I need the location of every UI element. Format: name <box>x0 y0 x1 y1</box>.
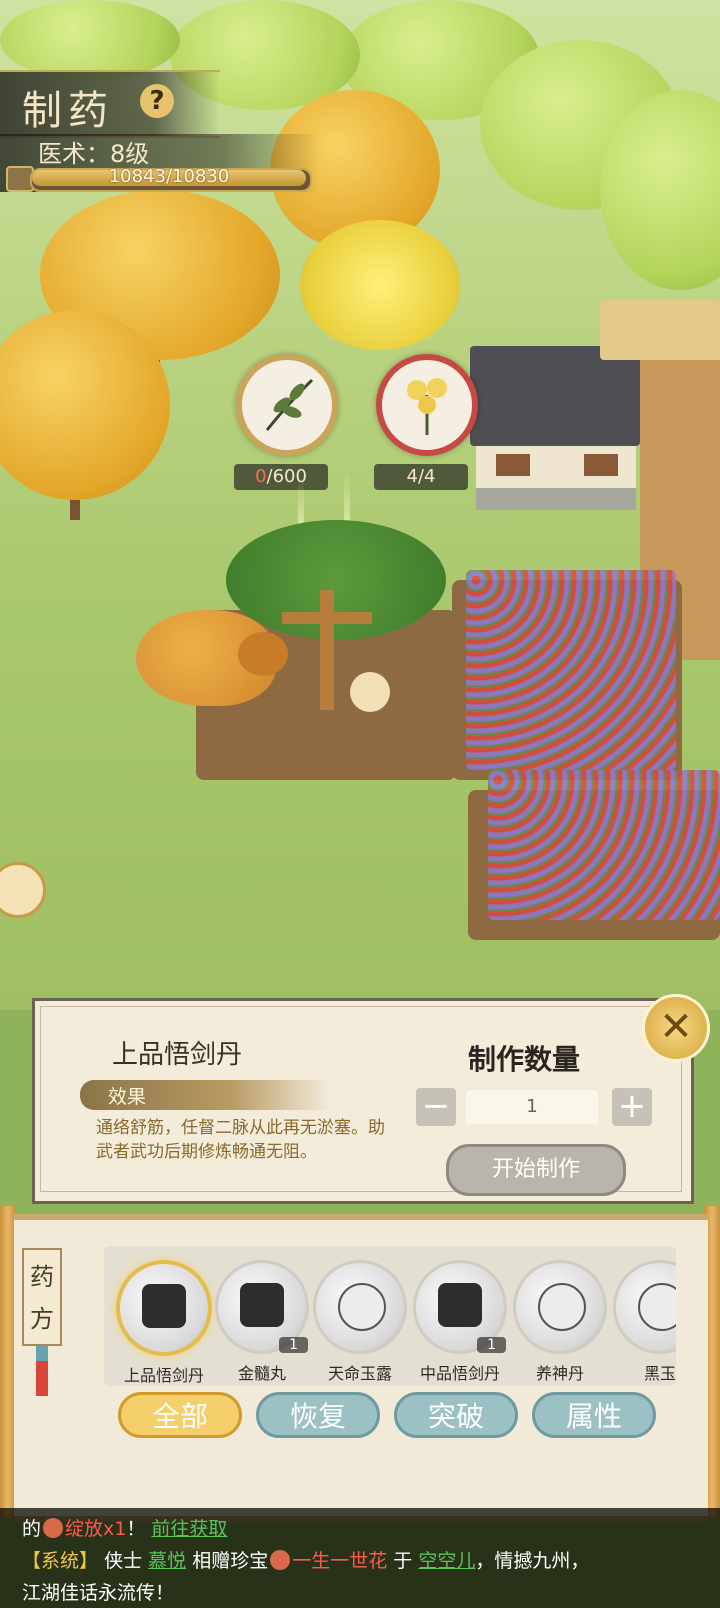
scarecrow-arm <box>282 612 372 624</box>
recipe-icon <box>613 1260 676 1354</box>
recipe-label: 上品悟剑丹 <box>123 1366 204 1385</box>
chat-text: 的 <box>22 1518 42 1540</box>
filter-all-button[interactable]: 全部 <box>118 1392 242 1438</box>
flower-emblem-icon <box>43 1518 64 1538</box>
pill-box-icon <box>438 1283 482 1327</box>
recipe-item[interactable]: 黑玉 <box>610 1260 676 1384</box>
item-name: 上品悟剑丹 <box>112 1040 243 1070</box>
pill-box-icon <box>240 1283 284 1327</box>
minus-button[interactable]: − <box>416 1088 456 1126</box>
filter-recover-button[interactable]: 恢复 <box>256 1392 380 1438</box>
user-link[interactable]: 慕悦 <box>148 1550 186 1572</box>
recipe-item[interactable]: 1 中品悟剑丹 <box>410 1260 510 1384</box>
chat-line-2: 【系统】 侠士 慕悦 相赠珍宝 一生一世花 于 空空儿，情撼九州， <box>22 1546 589 1573</box>
house-window <box>496 454 530 476</box>
skill-level: 医术：8级 <box>38 140 150 168</box>
scarecrow-pole <box>320 590 334 710</box>
exp-text: 10843/10830 <box>108 166 230 187</box>
chat-text: ，情撼九州， <box>475 1550 590 1572</box>
recipe-icon <box>116 1260 212 1356</box>
recipe-label: 养神丹 <box>535 1364 584 1383</box>
recipe-item[interactable]: 天命玉露 <box>310 1260 410 1384</box>
recipe-icon: 1 <box>413 1260 507 1354</box>
recipe-list[interactable]: 上品悟剑丹 1 金髓丸 天命玉露 1 中品悟剑丹 养神丹 黑玉 <box>104 1246 676 1386</box>
recipe-icon: 1 <box>215 1260 309 1354</box>
filter-attribute-button[interactable]: 属性 <box>532 1392 656 1438</box>
recipe-icon <box>313 1260 407 1354</box>
page-title: 制药 <box>22 88 114 134</box>
flower-bed <box>488 770 720 920</box>
chat-text: 于 <box>393 1550 413 1572</box>
chat-item: 绽放x1 <box>65 1518 127 1540</box>
chat-box[interactable]: 的 绽放x1！ 前往获取 【系统】 侠士 慕悦 相赠珍宝 一生一世花 于 空空儿，情… <box>0 1508 720 1608</box>
recipe-label: 中品悟剑丹 <box>419 1364 500 1383</box>
ingredient-bubble-2[interactable] <box>376 354 478 456</box>
tassel-ornament <box>36 1346 48 1396</box>
quantity-field[interactable]: 1 <box>466 1090 598 1124</box>
recipe-item[interactable]: 养神丹 <box>510 1260 610 1384</box>
bamboo-tree <box>0 0 180 80</box>
chat-text: ！ <box>126 1518 146 1540</box>
straw-hat <box>350 672 390 712</box>
recipe-item[interactable]: 1 金髓丸 <box>212 1260 312 1384</box>
goto-obtain-link[interactable]: 前往获取 <box>151 1518 227 1540</box>
start-craft-button[interactable]: 开始制作 <box>446 1144 626 1196</box>
house-roof <box>470 346 640 446</box>
ingredient-bubble-1[interactable] <box>236 354 338 456</box>
house-base <box>476 488 636 510</box>
pill-box-icon <box>142 1284 186 1328</box>
gourd-icon <box>538 1283 586 1331</box>
flower-emblem-icon <box>270 1550 291 1570</box>
chat-text: 相赠珍宝 <box>192 1550 269 1572</box>
effect-description: 通络舒筋，任督二脉从此再无淤塞。助武者武功后期修炼畅通无阻。 <box>96 1118 385 1162</box>
recipe-label: 天命玉露 <box>327 1364 392 1383</box>
recipe-count: 1 <box>477 1337 506 1353</box>
chat-line-1: 的 绽放x1！ 前往获取 <box>22 1514 227 1541</box>
ingredient-count-2: 4/4 <box>374 464 468 490</box>
close-icon[interactable]: ✕ <box>642 994 710 1062</box>
pavilion-roof <box>600 300 720 360</box>
plus-button[interactable]: + <box>612 1088 652 1126</box>
flower-bed <box>466 570 676 770</box>
question-icon[interactable]: ? <box>140 84 174 118</box>
chat-item: 一生一世花 <box>292 1550 388 1572</box>
recipe-item[interactable]: 上品悟剑丹 <box>114 1260 214 1386</box>
ginkgo-tree <box>300 220 460 350</box>
quantity-title: 制作数量 <box>468 1043 581 1076</box>
jade-bowl-icon <box>638 1283 676 1331</box>
house-window <box>584 454 618 476</box>
filter-breakthrough-button[interactable]: 突破 <box>394 1392 518 1438</box>
recipe-icon <box>513 1260 607 1354</box>
chat-bubble-icon[interactable] <box>0 862 46 918</box>
chat-text: 侠士 <box>104 1550 143 1572</box>
potion-bottle-icon <box>338 1283 386 1331</box>
effect-title: 效果 <box>108 1086 147 1108</box>
user-link[interactable]: 空空儿 <box>418 1550 475 1572</box>
recipe-count: 1 <box>279 1337 308 1353</box>
herb-leaf-icon <box>265 378 314 431</box>
system-tag: 【系统】 <box>22 1550 99 1572</box>
yellow-flower-icon <box>407 378 447 435</box>
boar-head <box>238 632 288 676</box>
recipe-tab-tag: 药方 <box>22 1248 62 1346</box>
chat-line-3: 江湖佳话永流传！ <box>22 1582 175 1604</box>
recipe-label: 黑玉 <box>643 1364 676 1383</box>
recipe-label: 金髓丸 <box>237 1364 286 1383</box>
ingredient-count-1: 0/600 <box>234 464 328 490</box>
